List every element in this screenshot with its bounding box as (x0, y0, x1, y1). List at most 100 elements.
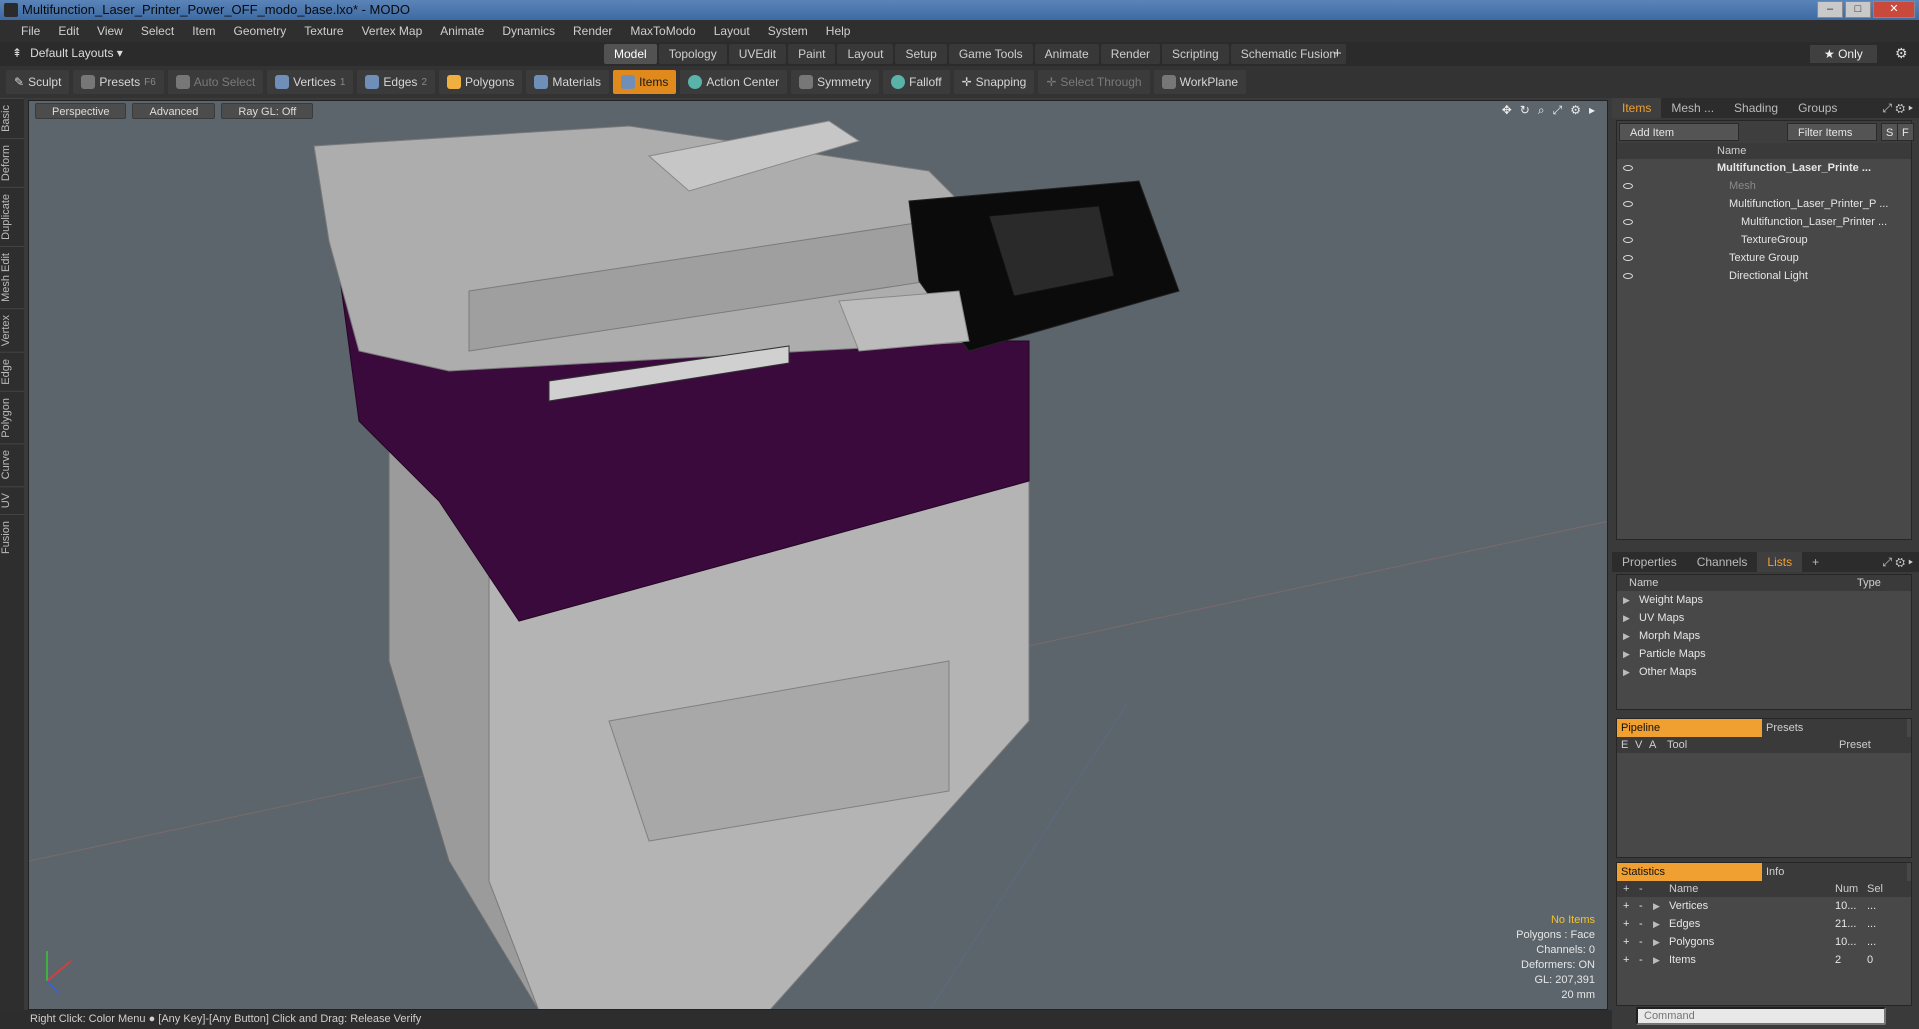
strip-tab-duplicate[interactable]: Duplicate (0, 186, 24, 246)
menu-dynamics[interactable]: Dynamics (493, 20, 564, 42)
menu-view[interactable]: View (88, 20, 132, 42)
add-item-button[interactable]: Add Item (1619, 123, 1739, 141)
rotate-icon[interactable]: ↻ (1520, 103, 1530, 118)
tab-presets[interactable]: Presets (1762, 719, 1907, 737)
auto-select-button[interactable]: Auto Select (167, 70, 264, 94)
layout-arrow-icon[interactable]: ⇞ (12, 46, 22, 60)
minimize-button[interactable]: – (1817, 1, 1843, 18)
stats-row-edges[interactable]: + - ▶ Edges 21... ... (1617, 915, 1911, 933)
visibility-eye-icon[interactable] (1623, 201, 1633, 207)
tab-layout[interactable]: Layout (837, 44, 894, 64)
tab-mesh[interactable]: Mesh ... (1661, 98, 1724, 118)
snapping-button[interactable]: ✛ Snapping (953, 70, 1035, 94)
f-button[interactable]: F (1897, 123, 1914, 141)
tab-lists[interactable]: Lists (1757, 552, 1803, 572)
menu-vertex-map[interactable]: Vertex Map (353, 20, 432, 42)
tab-groups[interactable]: Groups (1788, 98, 1847, 118)
polygons-button[interactable]: Polygons (439, 70, 523, 94)
raygl-dropdown[interactable]: Ray GL: Off (221, 103, 314, 119)
items-button[interactable]: Items (613, 70, 677, 94)
menu-edit[interactable]: Edit (49, 20, 88, 42)
advanced-dropdown[interactable]: Advanced (132, 103, 216, 119)
tree-item-directional-light[interactable]: Directional Light (1617, 267, 1911, 285)
visibility-eye-icon[interactable] (1623, 273, 1633, 279)
visibility-eye-icon[interactable] (1623, 183, 1633, 189)
visibility-eye-icon[interactable] (1623, 255, 1633, 261)
tab-uvedit[interactable]: UVEdit (728, 44, 787, 64)
perspective-dropdown[interactable]: Perspective (35, 103, 127, 119)
add-tab-button[interactable]: + (1333, 45, 1342, 62)
tab-schematic-fusion[interactable]: Schematic Fusion (1230, 44, 1347, 64)
strip-tab-curve[interactable]: Curve (0, 443, 24, 486)
list-item[interactable]: ▶ Other Maps (1617, 663, 1911, 681)
tree-item-printer[interactable]: Multifunction_Laser_Printer ... (1617, 213, 1911, 231)
menu-layout[interactable]: Layout (705, 20, 759, 42)
visibility-eye-icon[interactable] (1623, 237, 1633, 243)
tab-animate[interactable]: Animate (1034, 44, 1099, 64)
select-through-button[interactable]: ✛ Select Through (1038, 70, 1150, 94)
tree-item-printer-p[interactable]: Multifunction_Laser_Printer_P ... (1617, 195, 1911, 213)
tab-paint[interactable]: Paint (788, 44, 836, 64)
menu-system[interactable]: System (759, 20, 817, 42)
tree-item-mesh[interactable]: Mesh (1617, 177, 1911, 195)
materials-button[interactable]: Materials (526, 70, 610, 94)
panel-expand-icon[interactable]: ⤢ ⚙ ▸ (1882, 555, 1919, 570)
tree-item-texturegroup[interactable]: TextureGroup (1617, 231, 1911, 249)
symmetry-button[interactable]: Symmetry (791, 70, 880, 94)
strip-tab-mesh-edit[interactable]: Mesh Edit (0, 245, 24, 308)
fit-icon[interactable]: ⤢ (1553, 103, 1563, 118)
tab-scripting[interactable]: Scripting (1162, 44, 1229, 64)
sculpt-button[interactable]: ✎ Sculpt (6, 70, 70, 94)
stats-row-items[interactable]: + - ▶ Items 2 0 (1617, 951, 1911, 969)
edges-button[interactable]: Edges 2 (357, 70, 435, 94)
tab-shading[interactable]: Shading (1724, 98, 1788, 118)
falloff-button[interactable]: Falloff (883, 70, 950, 94)
add-panel-tab[interactable]: + (1802, 552, 1829, 572)
stats-row-polygons[interactable]: + - ▶ Polygons 10... ... (1617, 933, 1911, 951)
menu-select[interactable]: Select (132, 20, 183, 42)
menu-render[interactable]: Render (564, 20, 621, 42)
strip-tab-vertex[interactable]: Vertex (0, 307, 24, 352)
strip-tab-uv[interactable]: UV (0, 485, 24, 515)
close-button[interactable]: ✕ (1873, 1, 1915, 18)
vertices-button[interactable]: Vertices 1 (267, 70, 354, 94)
action-center-button[interactable]: Action Center (680, 70, 788, 94)
list-item[interactable]: ▶ UV Maps (1617, 609, 1911, 627)
menu-animate[interactable]: Animate (431, 20, 493, 42)
gear-icon[interactable]: ⚙ (1895, 45, 1908, 62)
stats-row-vertices[interactable]: + - ▶ Vertices 10... ... (1617, 897, 1911, 915)
visibility-eye-icon[interactable] (1623, 219, 1633, 225)
menu-file[interactable]: File (12, 20, 49, 42)
list-item[interactable]: ▶ Weight Maps (1617, 591, 1911, 609)
tab-info[interactable]: Info (1762, 863, 1907, 881)
menu-texture[interactable]: Texture (295, 20, 352, 42)
tab-pipeline[interactable]: Pipeline (1617, 719, 1762, 737)
list-item[interactable]: ▶ Particle Maps (1617, 645, 1911, 663)
panel-expand-icon[interactable]: ⤢ ⚙ ▸ (1882, 101, 1919, 116)
tree-item-root[interactable]: Multifunction_Laser_Printe ... (1617, 159, 1911, 177)
strip-tab-polygon[interactable]: Polygon (0, 390, 24, 444)
s-button[interactable]: S (1881, 123, 1899, 141)
pan-icon[interactable]: ✥ (1502, 103, 1512, 118)
menu-item[interactable]: Item (183, 20, 224, 42)
tab-items[interactable]: Items (1612, 98, 1662, 118)
tab-render[interactable]: Render (1100, 44, 1161, 64)
menu-maxtomodo[interactable]: MaxToModo (621, 20, 704, 42)
tab-setup[interactable]: Setup (895, 44, 947, 64)
menu-help[interactable]: Help (817, 20, 860, 42)
list-item[interactable]: ▶ Morph Maps (1617, 627, 1911, 645)
visibility-eye-icon[interactable] (1623, 165, 1633, 171)
menu-geometry[interactable]: Geometry (225, 20, 296, 42)
default-layouts-dropdown[interactable]: Default Layouts ▾ (30, 46, 123, 60)
viewport-menu-icon[interactable]: ▸ (1589, 103, 1595, 118)
zoom-icon[interactable]: ⌕ (1538, 103, 1545, 118)
tab-properties[interactable]: Properties (1612, 552, 1687, 572)
strip-tab-edge[interactable]: Edge (0, 351, 24, 391)
strip-tab-deform[interactable]: Deform (0, 137, 24, 187)
tab-topology[interactable]: Topology (658, 44, 727, 64)
tree-item-texture-group[interactable]: Texture Group (1617, 249, 1911, 267)
filter-items-button[interactable]: Filter Items (1787, 123, 1877, 141)
tab-game-tools[interactable]: Game Tools (948, 44, 1033, 64)
strip-tab-basic[interactable]: Basic (0, 98, 24, 138)
strip-tab-fusion[interactable]: Fusion (0, 514, 24, 561)
